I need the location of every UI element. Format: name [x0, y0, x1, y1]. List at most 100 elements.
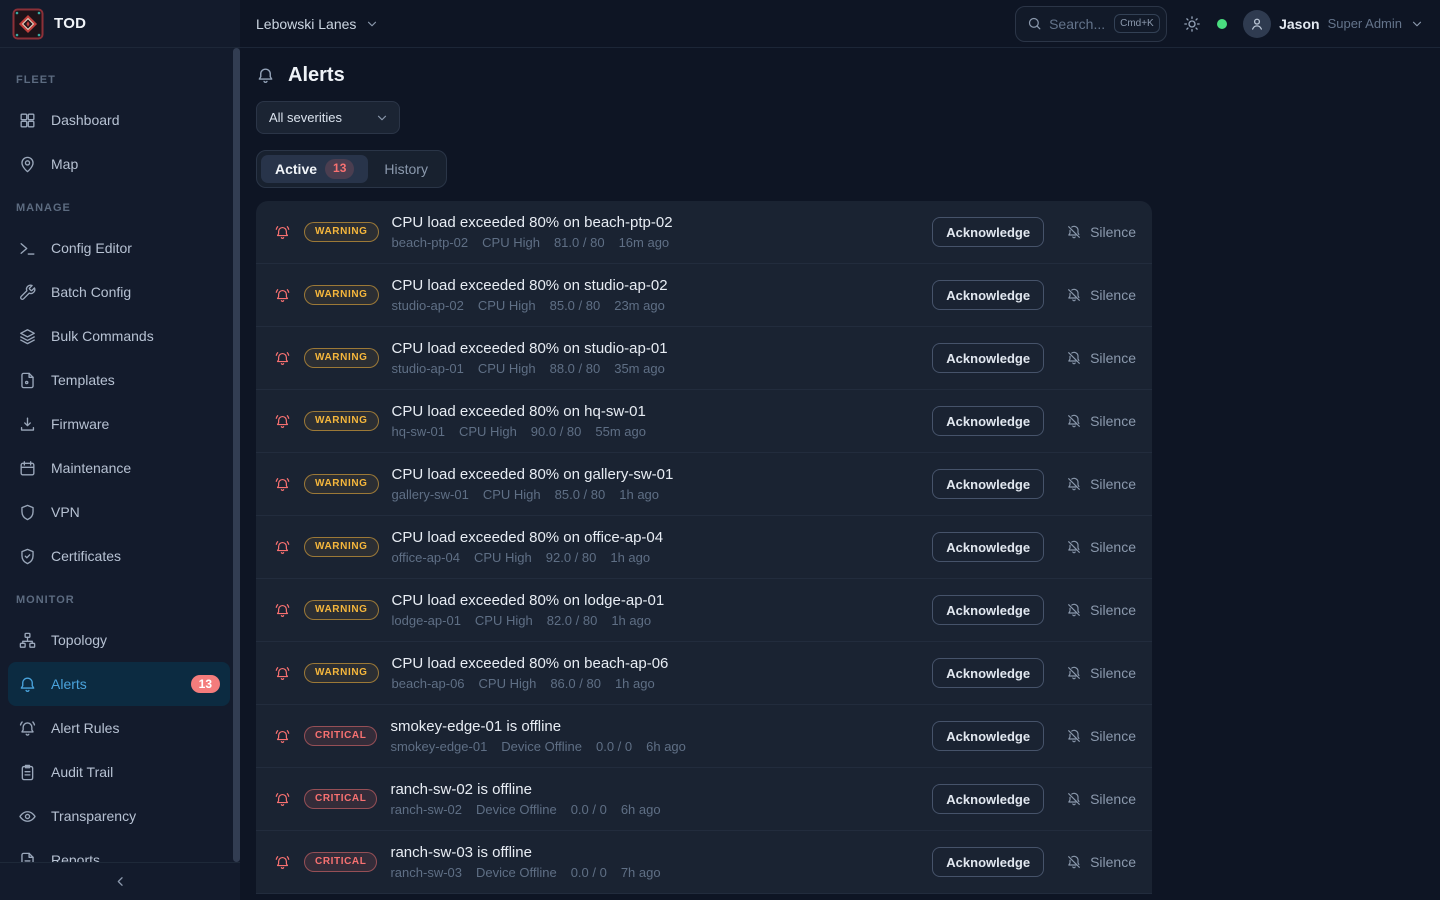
sidebar-item-dashboard[interactable]: Dashboard: [8, 98, 230, 142]
sidebar-item-label: Reports: [51, 852, 100, 862]
sidebar-item-label: Transparency: [51, 808, 136, 824]
user-menu[interactable]: Jason Super Admin: [1243, 10, 1424, 38]
alert-meta: ranch-sw-02Device Offline0.0 / 06h ago: [390, 802, 660, 817]
alert-text: CPU load exceeded 80% on lodge-ap-01lodg…: [392, 592, 665, 628]
tab-active[interactable]: Active 13: [261, 155, 368, 183]
acknowledge-button[interactable]: Acknowledge: [932, 847, 1044, 877]
sidebar-item-certificates[interactable]: Certificates: [8, 534, 230, 578]
alert-actions: Acknowledge Silence: [932, 658, 1136, 688]
site-switcher[interactable]: Lebowski Lanes: [256, 16, 379, 32]
silence-label: Silence: [1090, 854, 1136, 870]
acknowledge-button[interactable]: Acknowledge: [932, 406, 1044, 436]
nav-section-label: MONITOR: [8, 586, 230, 618]
alert-time: 35m ago: [614, 361, 665, 376]
sidebar-item-audit-trail[interactable]: Audit Trail: [8, 750, 230, 794]
alert-value: 88.0 / 80: [550, 361, 601, 376]
alert-list: WARNING CPU load exceeded 80% on beach-pt…: [256, 201, 1152, 894]
sidebar-item-bulk-commands[interactable]: Bulk Commands: [8, 314, 230, 358]
shield-icon: [18, 503, 37, 522]
terminal-icon: [18, 239, 37, 258]
alert-bell-icon: [274, 728, 291, 745]
severity-filter-select[interactable]: All severities: [256, 101, 400, 134]
acknowledge-button[interactable]: Acknowledge: [932, 217, 1044, 247]
search-input[interactable]: [1049, 16, 1107, 32]
alert-meta: lodge-ap-01CPU High82.0 / 801h ago: [392, 613, 665, 628]
theme-toggle-sun-icon[interactable]: [1183, 15, 1201, 33]
acknowledge-button[interactable]: Acknowledge: [932, 532, 1044, 562]
sidebar-item-topology[interactable]: Topology: [8, 618, 230, 662]
sidebar-scrollbar[interactable]: [233, 48, 240, 862]
bell-off-icon: [1066, 539, 1082, 555]
chevron-left-icon: [113, 874, 128, 889]
tab-history[interactable]: History: [370, 155, 442, 183]
alerts-tabs: Active 13 History: [256, 150, 447, 188]
alert-bell-icon: [274, 350, 291, 367]
alert-title: CPU load exceeded 80% on beach-ptp-02: [392, 214, 673, 231]
sidebar-item-alert-rules[interactable]: Alert Rules: [8, 706, 230, 750]
bell-off-icon: [1066, 350, 1082, 366]
sidebar-item-maintenance[interactable]: Maintenance: [8, 446, 230, 490]
sidebar-item-label: Topology: [51, 632, 107, 648]
silence-button[interactable]: Silence: [1066, 602, 1136, 618]
silence-label: Silence: [1090, 539, 1136, 555]
bell-off-icon: [1066, 602, 1082, 618]
acknowledge-button[interactable]: Acknowledge: [932, 658, 1044, 688]
alert-value: 86.0 / 80: [550, 676, 601, 691]
sidebar-item-reports[interactable]: Reports: [8, 838, 230, 862]
silence-button[interactable]: Silence: [1066, 728, 1136, 744]
silence-button[interactable]: Silence: [1066, 476, 1136, 492]
dashboard-icon: [18, 111, 37, 130]
severity-badge: CRITICAL: [304, 852, 377, 872]
alert-time: 6h ago: [646, 739, 686, 754]
calendar-icon: [18, 459, 37, 478]
acknowledge-button[interactable]: Acknowledge: [932, 784, 1044, 814]
sidebar-item-alerts[interactable]: Alerts13: [8, 662, 230, 706]
alert-device: smokey-edge-01: [390, 739, 487, 754]
silence-button[interactable]: Silence: [1066, 665, 1136, 681]
alert-time: 23m ago: [614, 298, 665, 313]
sidebar-item-map[interactable]: Map: [8, 142, 230, 186]
sidebar-nav: FLEETDashboardMapMANAGEConfig EditorBatc…: [0, 48, 240, 862]
sidebar-item-batch-config[interactable]: Batch Config: [8, 270, 230, 314]
silence-label: Silence: [1090, 791, 1136, 807]
silence-button[interactable]: Silence: [1066, 350, 1136, 366]
silence-button[interactable]: Silence: [1066, 287, 1136, 303]
sidebar-item-label: Dashboard: [51, 112, 120, 128]
acknowledge-button[interactable]: Acknowledge: [932, 280, 1044, 310]
silence-button[interactable]: Silence: [1066, 539, 1136, 555]
acknowledge-button[interactable]: Acknowledge: [932, 469, 1044, 499]
acknowledge-button[interactable]: Acknowledge: [932, 721, 1044, 751]
bell-off-icon: [1066, 413, 1082, 429]
sidebar-item-label: Certificates: [51, 548, 121, 564]
silence-button[interactable]: Silence: [1066, 413, 1136, 429]
sidebar-collapse-button[interactable]: [0, 862, 240, 900]
alert-row: WARNINGCPU load exceeded 80% on studio-a…: [256, 264, 1152, 327]
alert-text: CPU load exceeded 80% on beach-ptp-02 bea…: [392, 214, 673, 250]
sidebar-item-templates[interactable]: Templates: [8, 358, 230, 402]
alert-rule: CPU High: [478, 361, 536, 376]
alert-device: gallery-sw-01: [392, 487, 469, 502]
silence-button[interactable]: Silence: [1066, 791, 1136, 807]
sidebar-item-transparency[interactable]: Transparency: [8, 794, 230, 838]
alert-value: 0.0 / 0: [571, 865, 607, 880]
alert-value: 0.0 / 0: [571, 802, 607, 817]
alert-device: beach-ptp-02: [392, 235, 469, 250]
topbar-main: Lebowski Lanes Cmd+K Jason Super Admin: [240, 0, 1440, 48]
alert-meta: studio-ap-02CPU High85.0 / 8023m ago: [392, 298, 668, 313]
nav-section-label: MANAGE: [8, 194, 230, 226]
acknowledge-button[interactable]: Acknowledge: [932, 343, 1044, 373]
silence-button[interactable]: Silence: [1066, 854, 1136, 870]
global-search[interactable]: Cmd+K: [1015, 6, 1167, 42]
sidebar-item-firmware[interactable]: Firmware: [8, 402, 230, 446]
silence-button[interactable]: Silence: [1066, 224, 1136, 240]
severity-badge: WARNING: [304, 285, 379, 305]
tab-history-label: History: [384, 161, 428, 177]
alert-time: 16m ago: [619, 235, 670, 250]
acknowledge-button[interactable]: Acknowledge: [932, 595, 1044, 625]
sidebar-item-config-editor[interactable]: Config Editor: [8, 226, 230, 270]
sidebar-item-vpn[interactable]: VPN: [8, 490, 230, 534]
app-name: TOD: [54, 15, 86, 32]
alert-title: ranch-sw-02 is offline: [390, 781, 660, 798]
alert-actions: Acknowledge Silence: [932, 595, 1136, 625]
alert-title: ranch-sw-03 is offline: [390, 844, 660, 861]
